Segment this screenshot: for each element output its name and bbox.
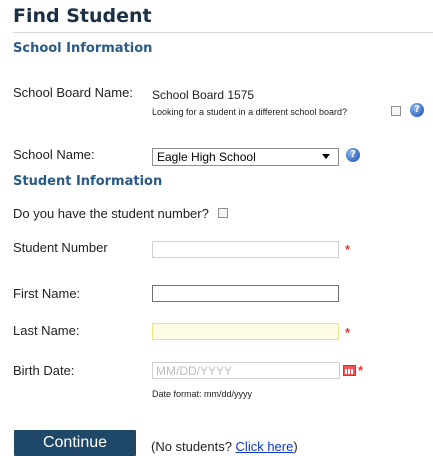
school-name-select[interactable]: Eagle High School (152, 148, 339, 166)
no-students-text: (No students? Click here) (151, 439, 298, 454)
no-students-prefix: (No students? (151, 439, 236, 454)
different-board-text: Looking for a student in a different sch… (152, 107, 347, 117)
first-name-label: First Name: (13, 286, 81, 301)
last-name-label: Last Name: (13, 323, 80, 338)
school-board-value: School Board 1575 (152, 88, 255, 102)
help-icon[interactable]: ? (410, 103, 424, 117)
calendar-icon[interactable] (343, 365, 356, 376)
school-name-selected: Eagle High School (157, 150, 256, 164)
required-marker: * (358, 363, 364, 378)
help-icon[interactable]: ? (346, 148, 360, 162)
birth-date-label: Birth Date: (13, 363, 75, 378)
click-here-link[interactable]: Click here (236, 439, 294, 454)
chevron-down-icon (322, 154, 330, 159)
different-board-checkbox[interactable] (391, 106, 401, 116)
birth-date-placeholder: MM/DD/YYYY (156, 364, 233, 378)
have-student-number-label: Do you have the student number? (13, 206, 209, 221)
first-name-input[interactable] (152, 285, 339, 302)
school-info-heading: School Information (13, 41, 153, 56)
have-student-number-checkbox[interactable] (218, 208, 228, 218)
student-info-heading: Student Information (13, 174, 163, 189)
birth-date-input[interactable]: MM/DD/YYYY (152, 362, 340, 379)
school-board-label: School Board Name: (13, 85, 133, 100)
continue-button[interactable]: Continue (14, 430, 136, 456)
date-format-hint: Date format: mm/dd/yyyy (152, 389, 253, 399)
student-number-input[interactable] (152, 241, 339, 258)
required-marker: * (345, 242, 351, 257)
page-title: Find Student (13, 5, 152, 27)
required-marker: * (345, 325, 351, 340)
no-students-suffix: ) (293, 439, 298, 454)
last-name-input[interactable] (152, 323, 339, 340)
school-name-label: School Name: (13, 147, 95, 162)
student-number-label: Student Number (13, 240, 108, 255)
title-divider (13, 32, 433, 33)
